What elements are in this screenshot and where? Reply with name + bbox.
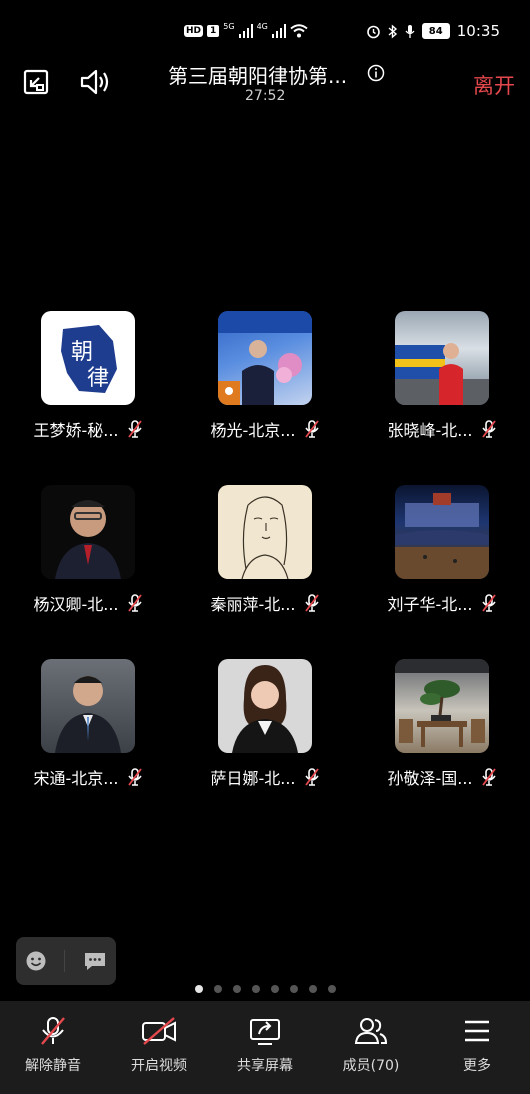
woman-portrait-avatar: [218, 659, 312, 753]
share-screen-button[interactable]: 共享屏幕: [212, 1001, 318, 1094]
menu-icon: [465, 1020, 489, 1042]
muted-mic-icon: [127, 768, 142, 786]
participant-name: 孙敬泽-国...: [387, 769, 473, 788]
smiley-icon: [26, 951, 46, 971]
battery-icon: 84: [421, 23, 450, 39]
members-label: 成员(70): [342, 1058, 400, 1074]
more-label: 更多: [463, 1058, 491, 1074]
participant-name: 张晓峰-北...: [387, 421, 473, 440]
speaker-icon[interactable]: [79, 66, 111, 98]
microphone-status-icon: [405, 24, 415, 38]
meeting-toolbar: 解除静音 开启视频 共享屏幕 成员(70) 更多: [0, 1001, 530, 1094]
logo-avatar: 朝律: [41, 311, 135, 405]
participant-name: 秦丽萍-北...: [210, 595, 296, 614]
suit-portrait-avatar: [41, 659, 135, 753]
muted-mic-icon: [481, 594, 496, 612]
page-indicator: [0, 985, 530, 997]
participant-name: 王梦娇-秘...: [33, 421, 119, 440]
participant-name: 萨日娜-北...: [210, 769, 296, 788]
wifi-icon: [290, 24, 308, 38]
train-station-photo-avatar: [395, 311, 489, 405]
network-indicators: HD 1 5G 4G: [184, 22, 308, 40]
signal-icon: [238, 24, 253, 38]
muted-mic-icon: [481, 420, 496, 438]
participant-name: 宋通-北京...: [33, 769, 119, 788]
share-screen-label: 共享屏幕: [237, 1058, 293, 1074]
page-dot[interactable]: [289, 985, 298, 993]
page-dot[interactable]: [308, 985, 317, 993]
participant-name: 杨光-北京...: [210, 421, 296, 440]
system-indicators: 84 10:35: [366, 20, 500, 42]
unmute-button[interactable]: 解除静音: [0, 1001, 106, 1094]
night-palace-photo-avatar: [395, 485, 489, 579]
svg-text:朝: 朝: [71, 340, 93, 365]
start-video-button[interactable]: 开启视频: [106, 1001, 212, 1094]
meeting-timer: 27:52: [245, 88, 286, 104]
reaction-chat-bar: [16, 937, 116, 985]
bluetooth-icon: [388, 23, 397, 39]
meeting-title: 第三届朝阳律协第...: [168, 64, 348, 88]
members-button[interactable]: 成员(70): [318, 1001, 424, 1094]
page-dot[interactable]: [327, 985, 336, 993]
participant-name: 杨汉卿-北...: [33, 595, 119, 614]
bonsai-room-photo-avatar: [395, 659, 489, 753]
page-dot[interactable]: [194, 985, 203, 993]
chat-button[interactable]: [83, 950, 107, 972]
chat-bubble-icon: [85, 953, 106, 970]
minimize-window-icon[interactable]: [20, 66, 52, 98]
network-5g-label: 5G: [223, 22, 235, 31]
muted-mic-icon: [304, 420, 319, 438]
status-bar: HD 1 5G 4G 84 10:35: [0, 0, 530, 60]
page-dot[interactable]: [213, 985, 222, 993]
hd-icon: HD: [184, 25, 204, 37]
more-button[interactable]: 更多: [424, 1001, 530, 1094]
alarm-icon: [366, 25, 380, 38]
sketch-avatar: [218, 485, 312, 579]
svg-text:律: 律: [87, 366, 109, 391]
participant-name: 刘子华-北...: [387, 595, 473, 614]
start-video-label: 开启视频: [131, 1058, 187, 1074]
muted-mic-icon: [127, 594, 142, 612]
info-icon[interactable]: [367, 64, 385, 82]
sim-badge: 1: [207, 25, 220, 37]
muted-mic-icon: [304, 768, 319, 786]
muted-mic-icon: [41, 1017, 65, 1045]
stage-photo-avatar: [218, 311, 312, 405]
members-icon: [354, 1018, 388, 1044]
portrait-photo-avatar: [41, 485, 135, 579]
clock: 10:35: [456, 22, 500, 40]
page-dot[interactable]: [232, 985, 241, 993]
muted-mic-icon: [304, 594, 319, 612]
page-dot[interactable]: [270, 985, 279, 993]
muted-mic-icon: [127, 420, 142, 438]
signal-icon: [271, 24, 286, 38]
muted-mic-icon: [481, 768, 496, 786]
emoji-button[interactable]: [25, 950, 47, 972]
divider: [64, 950, 66, 972]
leave-button[interactable]: 离开: [473, 70, 515, 100]
share-screen-icon: [250, 1019, 280, 1045]
page-dot[interactable]: [251, 985, 260, 993]
unmute-label: 解除静音: [25, 1058, 81, 1074]
network-4g-label: 4G: [256, 22, 268, 31]
video-off-icon: [142, 1017, 176, 1045]
